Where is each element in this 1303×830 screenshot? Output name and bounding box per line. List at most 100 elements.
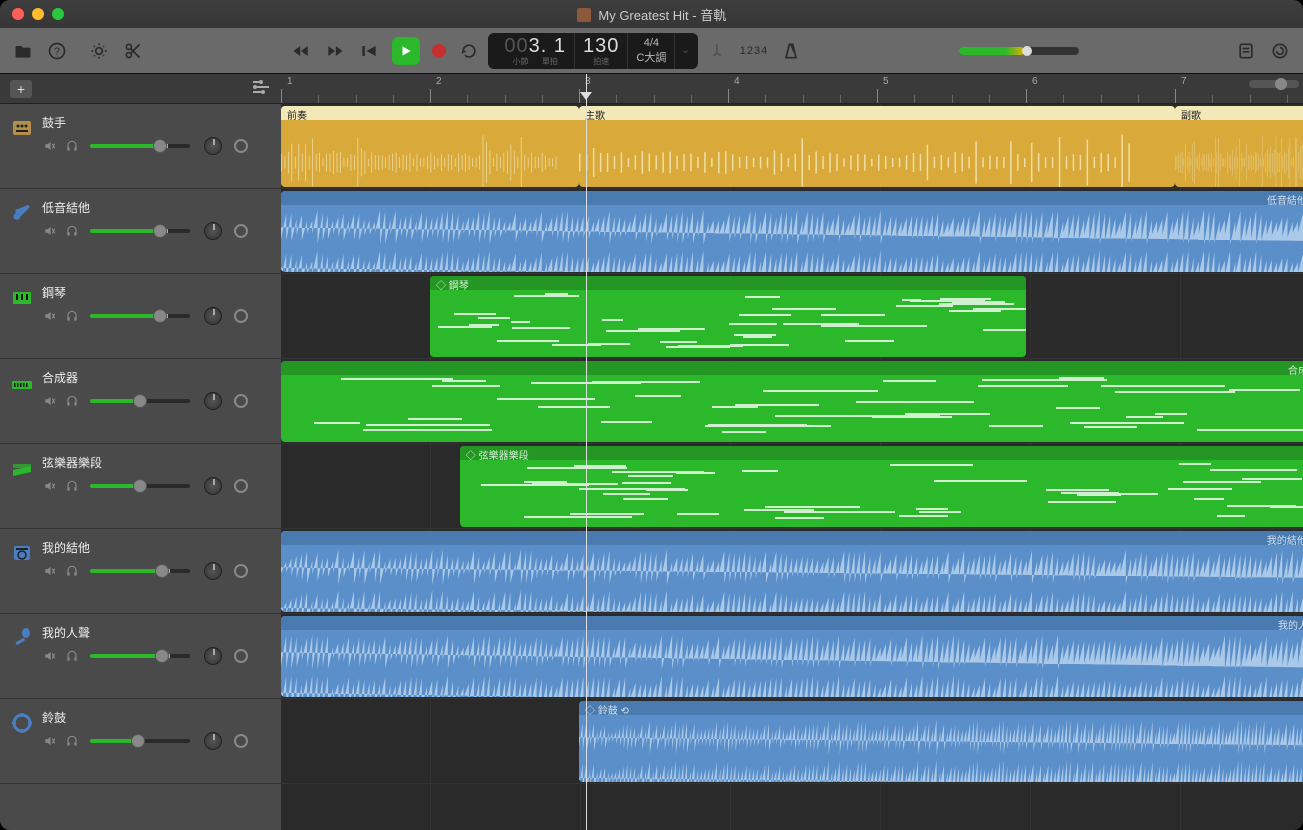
track-header[interactable]: 鋼琴 xyxy=(0,274,281,359)
playhead[interactable] xyxy=(586,74,587,830)
app-icon xyxy=(577,8,591,22)
automation-button[interactable] xyxy=(234,309,248,323)
track-name-label: 我的人聲 xyxy=(42,624,273,641)
add-track-button[interactable]: + xyxy=(10,80,32,98)
automation-button[interactable] xyxy=(234,224,248,238)
mute-button[interactable] xyxy=(42,649,58,663)
track-volume-slider[interactable] xyxy=(90,479,190,493)
rewind-button[interactable] xyxy=(290,40,312,62)
horizontal-zoom-slider[interactable] xyxy=(1249,80,1299,88)
notepad-button[interactable] xyxy=(1235,40,1257,62)
region[interactable]: 低音結他 ⟲低音結他 ⟲ xyxy=(281,191,1303,272)
mute-button[interactable] xyxy=(42,479,58,493)
mute-button[interactable] xyxy=(42,734,58,748)
headphones-button[interactable] xyxy=(64,224,80,238)
metronome-button[interactable] xyxy=(780,40,802,62)
pan-knob[interactable] xyxy=(204,732,222,750)
region-label: ◇ 鋼琴 xyxy=(430,276,1026,290)
tuner-button[interactable] xyxy=(706,40,728,62)
track-header[interactable]: 合成器 xyxy=(0,359,281,444)
region-label: 合成器 xyxy=(281,361,1303,375)
pan-knob[interactable] xyxy=(204,477,222,495)
pan-knob[interactable] xyxy=(204,137,222,155)
region[interactable]: ◇ 鋼琴 xyxy=(430,276,1026,357)
region[interactable]: ◇ 鈴鼓 ⟲ xyxy=(579,701,1303,782)
track-header[interactable]: 我的結他 xyxy=(0,529,281,614)
headphones-button[interactable] xyxy=(64,479,80,493)
track-filter-button[interactable] xyxy=(251,80,271,97)
automation-button[interactable] xyxy=(234,479,248,493)
loops-button[interactable] xyxy=(1269,40,1291,62)
settings-icon[interactable] xyxy=(88,40,110,62)
region[interactable]: 我的人聲我的人聲 xyxy=(281,616,1303,697)
lcd-dropdown-icon[interactable]: ⌄ xyxy=(675,45,689,56)
go-to-start-button[interactable] xyxy=(358,40,380,62)
track-volume-slider[interactable] xyxy=(90,309,190,323)
track-header[interactable]: 鈴鼓 xyxy=(0,699,281,784)
lcd-display[interactable]: 003. 1 小節 單拍 130 拍速 4/4 C大調 ⌄ xyxy=(488,33,697,69)
region[interactable]: 我的結他 ⟲我的結他 ⟲ xyxy=(281,531,1303,612)
pan-knob[interactable] xyxy=(204,222,222,240)
pan-knob[interactable] xyxy=(204,307,222,325)
headphones-button[interactable] xyxy=(64,734,80,748)
track-volume-slider[interactable] xyxy=(90,394,190,408)
track-header[interactable]: 鼓手 xyxy=(0,104,281,189)
automation-button[interactable] xyxy=(234,564,248,578)
track-name-label: 合成器 xyxy=(42,369,273,386)
help-button[interactable]: ? xyxy=(46,40,68,62)
count-in-button[interactable]: 1234 xyxy=(740,45,768,57)
mute-button[interactable] xyxy=(42,224,58,238)
scissors-icon[interactable] xyxy=(122,40,144,62)
pan-knob[interactable] xyxy=(204,562,222,580)
headphones-button[interactable] xyxy=(64,649,80,663)
mute-button[interactable] xyxy=(42,139,58,153)
region[interactable]: 副歌 xyxy=(1175,106,1303,187)
bar-ruler[interactable]: 12345678 xyxy=(281,74,1303,104)
headphones-button[interactable] xyxy=(64,564,80,578)
mute-button[interactable] xyxy=(42,309,58,323)
arrange-area[interactable]: 12345678 前奏主歌副歌低音結他 ⟲低音結他 ⟲◇ 鋼琴◇ 合成器合成器◇… xyxy=(281,74,1303,830)
mute-button[interactable] xyxy=(42,564,58,578)
automation-button[interactable] xyxy=(234,139,248,153)
region[interactable]: 主歌 xyxy=(579,106,1175,187)
window-controls xyxy=(12,8,64,20)
window-title: My Greatest Hit - 音軌 xyxy=(0,5,1303,24)
headphones-button[interactable] xyxy=(64,309,80,323)
bar-number: 5 xyxy=(883,76,889,87)
track-volume-slider[interactable] xyxy=(90,734,190,748)
pan-knob[interactable] xyxy=(204,392,222,410)
play-button[interactable] xyxy=(392,37,420,65)
fullscreen-window-button[interactable] xyxy=(52,8,64,20)
region-area[interactable]: 前奏主歌副歌低音結他 ⟲低音結他 ⟲◇ 鋼琴◇ 合成器合成器◇ 弦樂器樂段我的結… xyxy=(281,104,1303,830)
automation-button[interactable] xyxy=(234,649,248,663)
mute-button[interactable] xyxy=(42,394,58,408)
automation-button[interactable] xyxy=(234,394,248,408)
library-button[interactable] xyxy=(12,40,34,62)
record-button[interactable] xyxy=(432,44,446,58)
track-name-label: 我的結他 xyxy=(42,539,273,556)
track-header-panel: + 鼓手 低音結他 xyxy=(0,74,281,830)
track-name-label: 弦樂器樂段 xyxy=(42,454,273,471)
tambourine-icon xyxy=(8,705,36,777)
track-header[interactable]: 我的人聲 xyxy=(0,614,281,699)
track-header[interactable]: 低音結他 xyxy=(0,189,281,274)
bar-number: 6 xyxy=(1032,76,1038,87)
track-volume-slider[interactable] xyxy=(90,649,190,663)
track-header[interactable]: 弦樂器樂段 xyxy=(0,444,281,529)
bar-number: 7 xyxy=(1181,76,1187,87)
master-volume-slider[interactable] xyxy=(959,47,1079,55)
track-volume-slider[interactable] xyxy=(90,139,190,153)
minimize-window-button[interactable] xyxy=(32,8,44,20)
cycle-button[interactable] xyxy=(458,40,480,62)
region[interactable]: ◇ 合成器合成器 xyxy=(281,361,1303,442)
track-volume-slider[interactable] xyxy=(90,564,190,578)
forward-button[interactable] xyxy=(324,40,346,62)
headphones-button[interactable] xyxy=(64,139,80,153)
automation-button[interactable] xyxy=(234,734,248,748)
region[interactable]: 前奏 xyxy=(281,106,579,187)
pan-knob[interactable] xyxy=(204,647,222,665)
track-volume-slider[interactable] xyxy=(90,224,190,238)
svg-text:?: ? xyxy=(54,46,60,58)
headphones-button[interactable] xyxy=(64,394,80,408)
close-window-button[interactable] xyxy=(12,8,24,20)
